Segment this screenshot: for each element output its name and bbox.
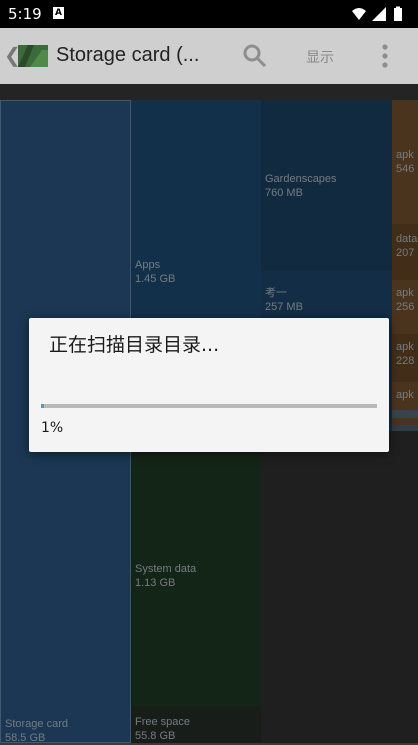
system-status-icons [352,6,402,21]
status-time: 5:19 [8,5,42,23]
app-bar: ❮ Storage card (... 显示 [0,28,418,84]
wifi-icon [352,8,366,20]
dialog-title: 正在扫描目录目录... [49,334,220,356]
app-logo-icon[interactable] [16,42,50,70]
battery-icon [394,8,402,21]
more-vert-icon[interactable] [375,42,395,70]
progress-percent: 1% [41,420,64,436]
search-icon[interactable] [242,43,268,69]
notification-icon: A [53,7,64,19]
signal-icon [372,7,386,21]
page-title: Storage card (... [56,44,200,66]
show-button[interactable]: 显示 [306,47,334,67]
progress-bar-fill [41,404,44,408]
status-bar: 5:19 A [0,0,418,28]
progress-bar [41,404,377,408]
scan-progress-dialog: 正在扫描目录目录... 1% [29,318,389,452]
